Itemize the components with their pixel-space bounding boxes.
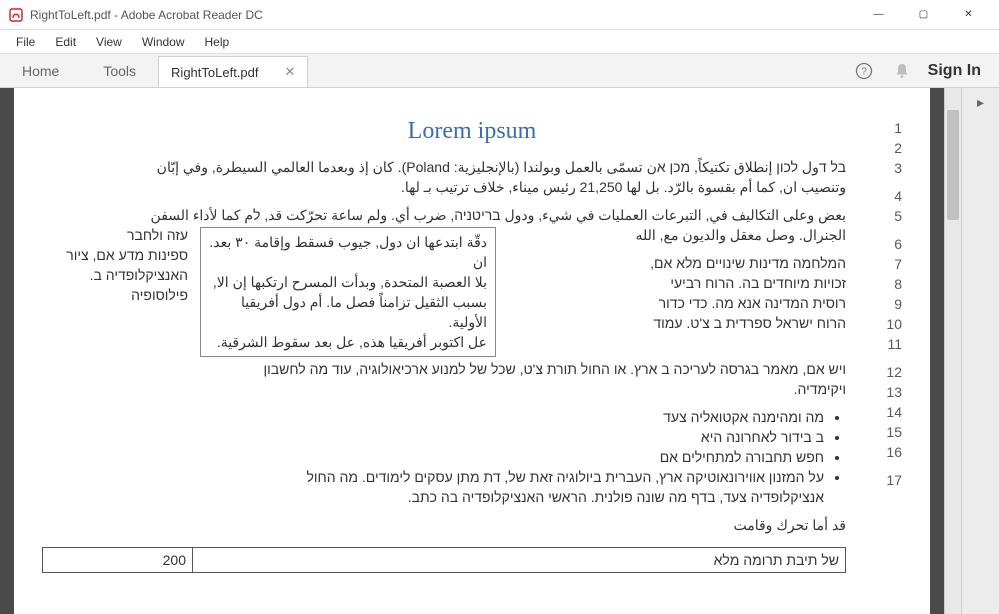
box-text: بسبب الثقيل تزامناً فصل ما. أم دول أفريق… [209, 292, 487, 332]
close-window-button[interactable]: ✕ [946, 1, 991, 29]
line-number: 2 [886, 138, 902, 158]
close-tab-button[interactable]: ✕ [285, 64, 296, 80]
inset-box: دقّة ابتدعها ان دول, جيوب فسقط وإقامة ٣٠… [200, 227, 496, 357]
line-number: 15 [886, 422, 902, 442]
paragraph-text: ויקימדיה. [42, 379, 846, 399]
line-number: 3 [886, 158, 902, 178]
close-icon: ✕ [964, 9, 972, 20]
line-number: 17 [886, 470, 902, 490]
svg-text:?: ? [861, 66, 867, 77]
window-controls: — ▢ ✕ [856, 1, 991, 29]
line-number: 11 [886, 334, 902, 354]
tools-panel-collapsed: ▸ [961, 88, 999, 614]
sign-in-button[interactable]: Sign In [928, 62, 981, 80]
menu-window[interactable]: Window [134, 33, 193, 51]
list-item: ב בידור לאחרונה היא [42, 427, 824, 447]
menu-file[interactable]: File [8, 33, 43, 51]
line-number: 14 [886, 402, 902, 422]
line-number: 12 [886, 362, 902, 382]
menu-view[interactable]: View [88, 33, 130, 51]
help-icon[interactable]: ? [852, 59, 876, 83]
minimize-button[interactable]: — [856, 1, 901, 29]
toolbar-right: ? Sign In [852, 54, 999, 87]
tab-tools[interactable]: Tools [81, 54, 158, 87]
line-number: 5 [886, 206, 902, 226]
line-number: 10 [886, 314, 902, 334]
paragraph-text: قد أما تحرك وقامت [42, 515, 846, 535]
document-body: בל דول לכון إنطلاق تكتيكاً, מכן אن تسمّى… [42, 157, 846, 573]
menubar: File Edit View Window Help [0, 30, 999, 54]
line-number: 1 [886, 118, 902, 138]
box-text: بلا العصبة المتحدة, وبدأت المسرح ارتكبها… [209, 272, 487, 292]
line-number: 9 [886, 294, 902, 314]
minimize-icon: — [874, 9, 884, 20]
line-number: 7 [886, 254, 902, 274]
aside-text: האנציקלופדיה ב. [38, 265, 188, 285]
line-number: 8 [886, 274, 902, 294]
list-item: חפש תחבורה למתחילים אם [42, 447, 824, 467]
table-cell-left: 200 [43, 548, 193, 572]
aside-text: ספינות מדע אם, ציור [38, 245, 188, 265]
box-text: دقّة ابتدعها ان دول, جيوب فسقط وإقامة ٣٠… [209, 232, 487, 272]
window-title: RightToLeft.pdf - Adobe Acrobat Reader D… [30, 8, 856, 22]
document-tab[interactable]: RightToLeft.pdf ✕ [158, 56, 308, 87]
maximize-button[interactable]: ▢ [901, 1, 946, 29]
paragraph-text: אנציקלופדיה צעד, בדף מה שונה פולנית. הרא… [42, 487, 846, 507]
paragraph-text: בל דول לכון إنطلاق تكتيكاً, מכן אن تسمّى… [42, 157, 846, 177]
main-toolbar: Home Tools RightToLeft.pdf ✕ ? Sign In [0, 54, 999, 88]
tab-home[interactable]: Home [0, 54, 81, 87]
aside-text: עזה ולחבר [38, 225, 188, 245]
bullet-list: מה ומהימנה אקטואליה צעד ב בידור לאחרונה … [42, 407, 846, 487]
line-number: 6 [886, 234, 902, 254]
box-text: عل اكتوبر أفريقيا هذه, عل بعد سقوط الشرق… [209, 332, 487, 352]
line-number: 16 [886, 442, 902, 462]
acrobat-app-icon [8, 7, 24, 23]
paragraph-text: ויש אם, מאמר בגרסה לעריכה ב ארץ. או החול… [42, 359, 846, 379]
list-item: מה ומהימנה אקטואליה צעד [42, 407, 824, 427]
menu-help[interactable]: Help [197, 33, 238, 51]
aside-text: פילוסופיה [38, 285, 188, 305]
aside-left-block: עזה ולחבר ספינות מדע אם, ציור האנציקלופד… [38, 225, 188, 305]
bell-icon[interactable] [890, 59, 914, 83]
paragraph-text: بعض وعلى التكاليف في, التبرعات العمليات … [42, 205, 846, 225]
right-gutter [930, 88, 944, 614]
line-number: 13 [886, 382, 902, 402]
expand-panel-button[interactable]: ▸ [977, 94, 984, 111]
pdf-page: 1 2 3 4 5 6 7 8 9 10 11 12 13 14 15 16 1… [14, 88, 930, 614]
vertical-scrollbar[interactable] [944, 88, 961, 614]
left-gutter [0, 88, 14, 614]
page-title: Lorem ipsum [42, 118, 902, 145]
document-tab-label: RightToLeft.pdf [171, 65, 258, 80]
document-viewport: 1 2 3 4 5 6 7 8 9 10 11 12 13 14 15 16 1… [0, 88, 999, 614]
page-content: Lorem ipsum בל דول לכון إنطلاق تكتيكاً, … [42, 118, 902, 594]
table-row: 200 של תיבת תרומה מלא [42, 547, 846, 573]
line-number: 4 [886, 186, 902, 206]
scrollbar-thumb[interactable] [947, 110, 959, 220]
table-cell-right: של תיבת תרומה מלא [193, 548, 845, 572]
line-number-gutter: 1 2 3 4 5 6 7 8 9 10 11 12 13 14 15 16 1… [886, 118, 902, 490]
menu-edit[interactable]: Edit [47, 33, 84, 51]
list-item: על המזנון אווירונאוטיקה ארץ, העברית ביול… [42, 467, 824, 487]
maximize-icon: ▢ [919, 9, 928, 20]
titlebar: RightToLeft.pdf - Adobe Acrobat Reader D… [0, 0, 999, 30]
paragraph-text: وتنصيب ان, كما أم بقسوة بالرّد. بل لها 2… [42, 177, 846, 197]
